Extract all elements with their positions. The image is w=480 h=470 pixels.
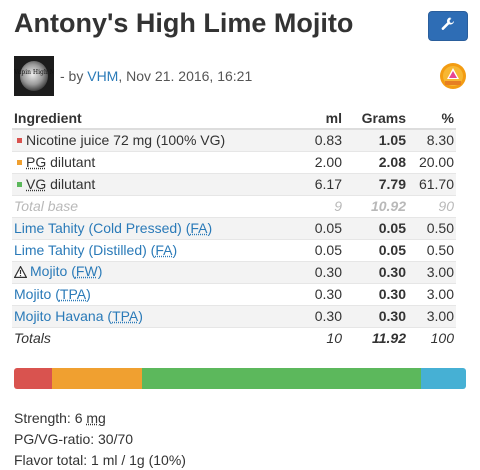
column-header-ingredient: Ingredient [12,107,292,130]
warning-icon[interactable] [13,265,28,281]
flavor-link[interactable]: Lime Tahity (Distilled) [14,242,147,258]
table-row: Nicotine juice 72 mg (100% VG) 0.83 1.05… [12,128,456,151]
composition-segment-flavor [420,368,466,389]
percent-cell: 8.30 [408,128,456,151]
vg-abbreviation[interactable]: VG [26,176,46,192]
author-avatar[interactable]: Vapin High Mojito [14,56,54,96]
ml-cell: 2.00 [292,150,344,173]
percent-cell: 61.70 [408,172,456,195]
recipe-table: Ingredient ml Grams % Nicotine juice 72 … [12,107,456,349]
table-row: Mojito (FW) 0.30 0.30 3.00 [12,260,456,283]
grams-cell: 0.30 [344,282,408,305]
by-label: - by [60,68,84,84]
table-row: Mojito Havana (TPA) 0.30 0.30 3.00 [12,304,456,327]
vendor-abbreviation[interactable]: FA [155,242,172,258]
vg-color-swatch [17,181,22,187]
ml-cell: 0.30 [292,282,344,305]
totals-label: Totals [12,326,292,349]
grams-cell: 1.05 [344,128,408,151]
composition-segment-pg [51,368,142,389]
totals-row: Totals 10 11.92 100 [12,326,456,349]
grams-cell: 0.30 [344,304,408,327]
ml-cell: 6.17 [292,172,344,195]
percent-cell: 90 [408,194,456,217]
recipe-stats: Strength: 6 mg PG/VG-ratio: 30/70 Flavor… [14,408,186,470]
total-base-label: Total base [12,194,292,217]
award-badge-icon [439,62,467,90]
edit-tools-button[interactable] [428,11,468,41]
grams-cell: 0.05 [344,238,408,261]
flavor-link[interactable]: Mojito [14,286,51,302]
table-row: PG dilutant 2.00 2.08 20.00 [12,150,456,173]
column-header-grams: Grams [344,107,408,130]
percent-cell: 3.00 [408,304,456,327]
vendor-abbreviation[interactable]: TPA [112,308,138,324]
composition-segment-nicotine [14,368,52,389]
strength-label: Strength: 6 [14,410,87,426]
ml-cell: 9 [292,194,344,217]
grams-cell: 11.92 [344,326,408,349]
vendor-abbreviation[interactable]: FW [76,263,98,279]
ml-cell: 0.83 [292,128,344,151]
grams-cell: 0.30 [344,260,408,283]
strength-unit[interactable]: mg [86,410,105,426]
ingredient-name: dilutant [46,154,96,170]
avatar-text: Vapin High Mojito [14,69,54,76]
nicotine-color-swatch [17,138,22,144]
table-row: Mojito (TPA) 0.30 0.30 3.00 [12,282,456,305]
table-row: Lime Tahity (Cold Pressed) (FA) 0.05 0.0… [12,216,456,239]
percent-cell: 3.00 [408,260,456,283]
author-line: Vapin High Mojito - by VHM, Nov 21. 2016… [14,56,252,96]
ingredient-name: Nicotine juice 72 mg (100% VG) [26,132,226,149]
column-header-percent: % [408,107,456,130]
ml-cell: 0.05 [292,238,344,261]
grams-cell: 10.92 [344,194,408,217]
vendor-abbreviation[interactable]: FA [190,220,207,236]
grams-cell: 7.79 [344,172,408,195]
ml-cell: 0.05 [292,216,344,239]
recipe-title: Antony's High Lime Mojito [14,8,354,38]
composition-bar [14,368,466,389]
column-header-ml: ml [292,107,344,130]
ml-cell: 10 [292,326,344,349]
flavor-link[interactable]: Mojito Havana [14,308,104,324]
table-row: VG dilutant 6.17 7.79 61.70 [12,172,456,195]
percent-cell: 3.00 [408,282,456,305]
ml-cell: 0.30 [292,260,344,283]
percent-cell: 20.00 [408,150,456,173]
composition-segment-vg [141,368,421,389]
flavor-link[interactable]: Lime Tahity (Cold Pressed) [14,220,182,236]
pgvg-ratio-line: PG/VG-ratio: 30/70 [14,431,134,447]
ml-cell: 0.30 [292,304,344,327]
total-base-row: Total base 9 10.92 90 [12,194,456,217]
strength-line: Strength: 6 mg [14,408,186,429]
grams-cell: 2.08 [344,150,408,173]
pg-color-swatch [17,159,22,165]
ingredient-name: dilutant [46,176,96,192]
flavor-link[interactable]: Mojito [30,263,67,279]
percent-cell: 100 [408,326,456,349]
vendor-abbreviation[interactable]: TPA [60,286,86,302]
author-link[interactable]: VHM [87,68,118,84]
percent-cell: 0.50 [408,238,456,261]
wrench-icon [440,16,456,37]
percent-cell: 0.50 [408,216,456,239]
grams-cell: 0.05 [344,216,408,239]
pg-abbreviation[interactable]: PG [26,154,46,170]
post-date: , Nov 21. 2016, 16:21 [118,68,253,84]
flavor-total-line: Flavor total: 1 ml / 1g (10%) [14,452,186,468]
table-row: Lime Tahity (Distilled) (FA) 0.05 0.05 0… [12,238,456,261]
